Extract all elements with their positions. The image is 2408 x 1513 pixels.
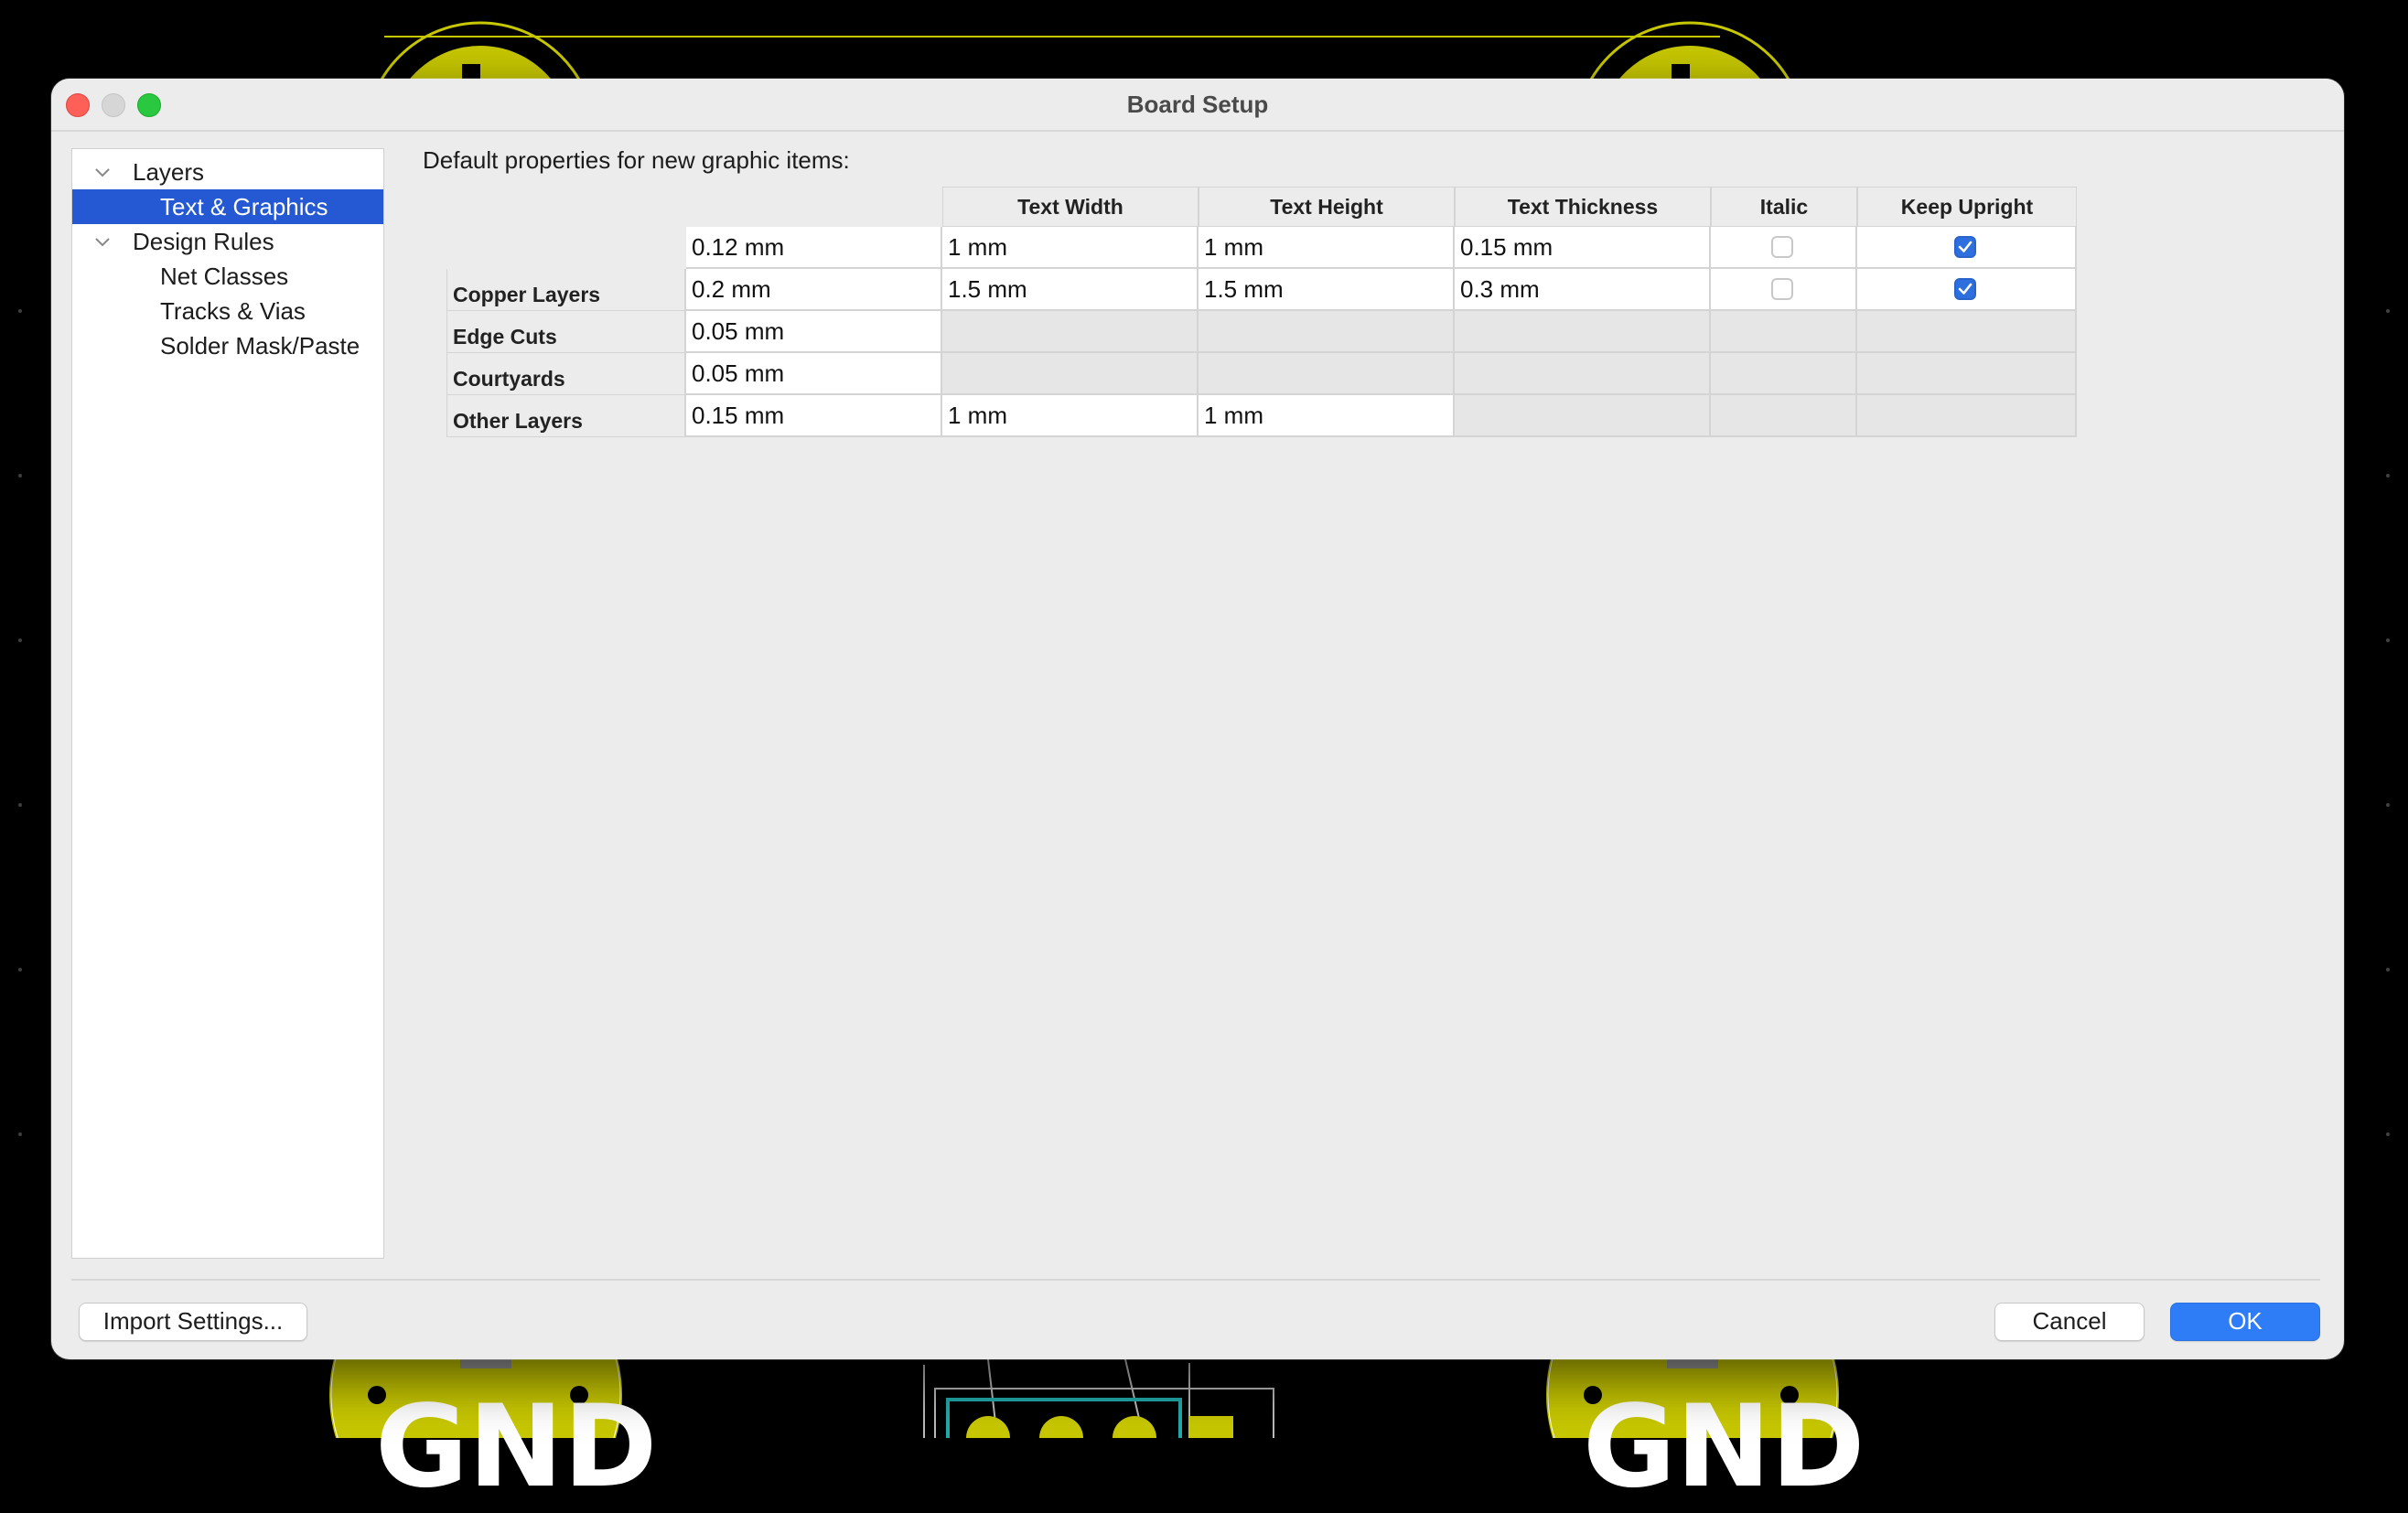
tree-item-layers[interactable]: Layers [72,155,383,189]
cell-italic[interactable] [1711,227,1857,269]
column-header-text-thickness[interactable]: Text Thickness [1455,187,1711,227]
pad-label-left: GND [375,1381,658,1513]
row-header-other-layers[interactable]: Other Layers [446,395,686,437]
keep-upright-checkbox[interactable] [1954,278,1976,300]
panel-heading: Default properties for new graphic items… [423,146,850,174]
cell-line-width[interactable]: 0.15 mm [686,395,942,437]
tree-item-text-graphics[interactable]: Text & Graphics [72,189,383,224]
cell-text-height[interactable]: 1 mm [1199,395,1455,437]
row-header-courtyards[interactable]: Courtyards [446,353,686,395]
cell-disabled [1711,353,1857,395]
cell-text-thickness[interactable]: 0.15 mm [1455,227,1711,269]
cancel-button[interactable]: Cancel [1994,1303,2145,1341]
column-header-text-width[interactable]: Text Width [942,187,1199,227]
title-bar: Board Setup [51,79,2344,132]
column-header-keep-upright[interactable]: Keep Upright [1857,187,2077,227]
cell-line-width[interactable]: 0.12 mm [686,227,942,269]
ok-button[interactable]: OK [2170,1303,2320,1341]
cell-keep-upright[interactable] [1857,269,2077,311]
cell-disabled [1455,353,1711,395]
cell-italic[interactable] [1711,269,1857,311]
chevron-down-icon[interactable] [92,162,113,182]
checkmark-icon [1958,241,1973,252]
tree-item-label: Tracks & Vias [160,297,306,325]
cell-text-width[interactable]: 1 mm [942,395,1199,437]
cell-text-width[interactable]: 1.5 mm [942,269,1199,311]
cell-disabled [1711,311,1857,353]
cell-disabled [1857,395,2077,437]
footer-separator [71,1279,2320,1281]
chevron-down-icon[interactable] [92,231,113,252]
cell-text-width[interactable]: 1 mm [942,227,1199,269]
italic-checkbox[interactable] [1771,236,1793,258]
tree-item-label: Layers [133,158,205,186]
connector-footprint [923,1358,1274,1438]
import-settings-button[interactable]: Import Settings... [79,1303,307,1341]
text-graphics-grid: Text Width Text Height Text Thickness It… [446,187,2079,520]
italic-checkbox[interactable] [1771,278,1793,300]
window-title: Board Setup [1126,91,1269,118]
cell-text-thickness[interactable]: 0.3 mm [1455,269,1711,311]
cell-disabled [942,311,1199,353]
cell-disabled [1199,311,1455,353]
cell-line-width[interactable]: 0.2 mm [686,269,942,311]
cell-disabled [1857,311,2077,353]
tree-item-solder-mask-paste[interactable]: Solder Mask/Paste [72,328,383,363]
row-header-edge-cuts[interactable]: Edge Cuts [446,311,686,353]
column-header-text-height[interactable]: Text Height [1199,187,1455,227]
tree-item-label: Text & Graphics [160,193,328,220]
cell-disabled [1199,353,1455,395]
tree-item-net-classes[interactable]: Net Classes [72,259,383,294]
cell-text-height[interactable]: 1.5 mm [1199,269,1455,311]
tree-item-label: Design Rules [133,228,274,255]
board-setup-dialog: Board Setup Layers Text & Graphics Desig… [51,79,2344,1359]
tree-item-tracks-vias[interactable]: Tracks & Vias [72,294,383,328]
cell-line-width[interactable]: 0.05 mm [686,311,942,353]
tree-item-label: Net Classes [160,263,289,290]
cell-text-height[interactable]: 1 mm [1199,227,1455,269]
checkmark-icon [1958,283,1973,295]
cell-keep-upright[interactable] [1857,227,2077,269]
tree-item-design-rules[interactable]: Design Rules [72,224,383,259]
row-header-copper-layers[interactable]: Copper Layers [446,269,686,311]
settings-tree: Layers Text & Graphics Design Rules Net … [71,148,384,1259]
pad-label-right: GND [1583,1381,1865,1513]
keep-upright-checkbox[interactable] [1954,236,1976,258]
column-header-italic[interactable]: Italic [1711,187,1857,227]
cell-line-width[interactable]: 0.05 mm [686,353,942,395]
cell-disabled [1711,395,1857,437]
tree-item-label: Solder Mask/Paste [160,332,360,359]
cell-disabled [942,353,1199,395]
cell-disabled [1455,395,1711,437]
cell-disabled [1455,311,1711,353]
cell-disabled [1857,353,2077,395]
